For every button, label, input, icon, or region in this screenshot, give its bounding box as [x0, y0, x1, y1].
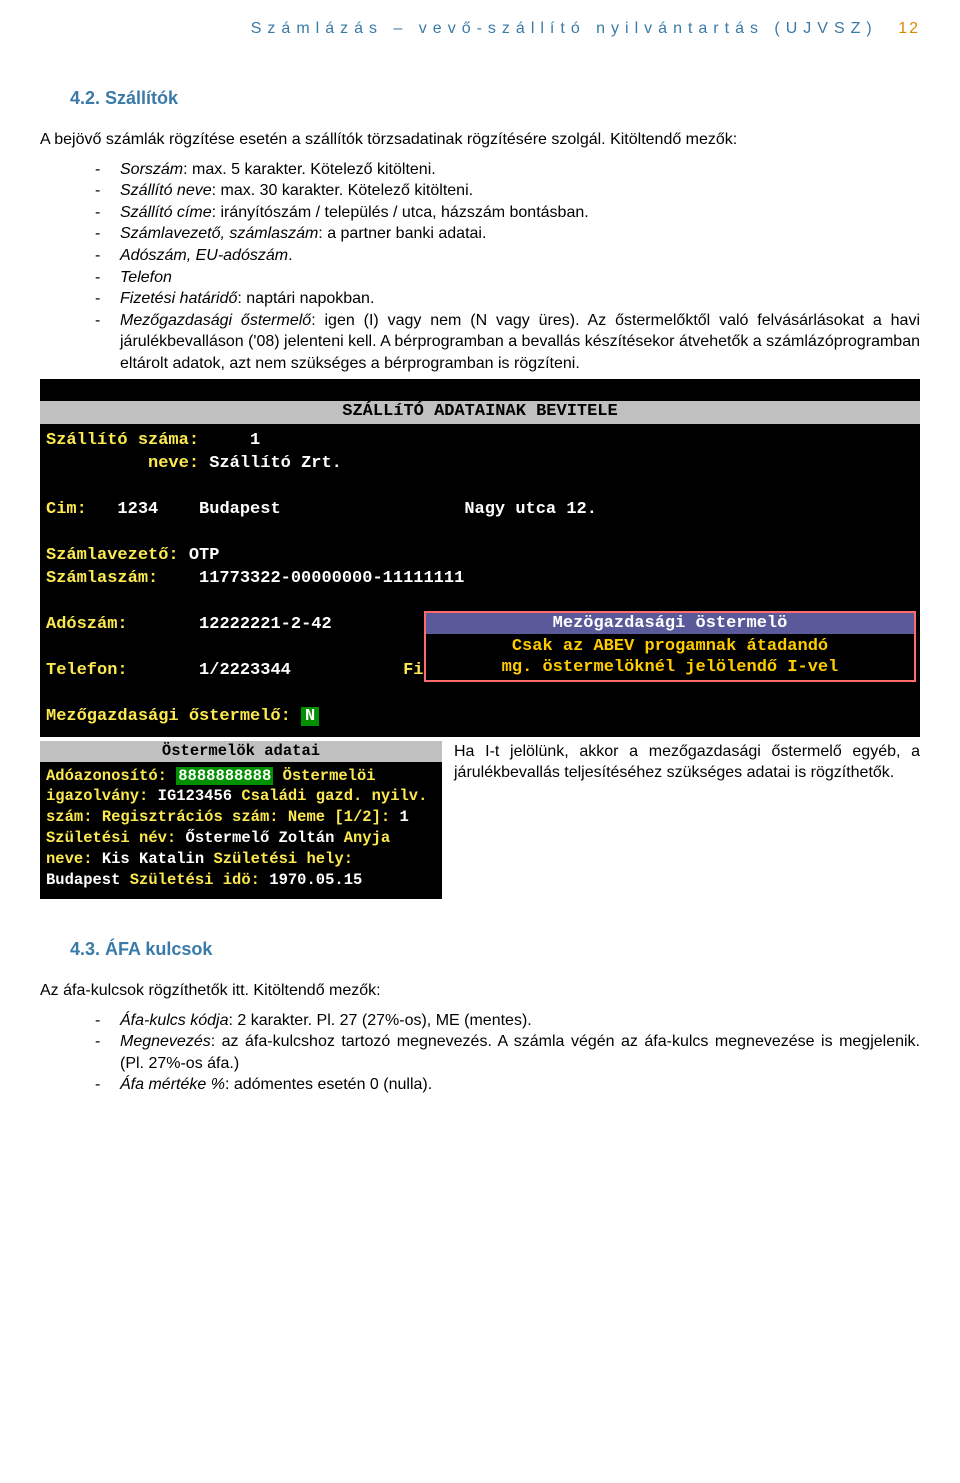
field-label: Cim:: [46, 500, 87, 519]
section2-list: Áfa-kulcs kódja: 2 karakter. Pl. 27 (27%…: [40, 1010, 920, 1096]
terminal-title: Östermelök adatai: [40, 741, 442, 762]
page-header: Számlázás – vevő-szállító nyilvántartás …: [40, 0, 920, 48]
tooltip-line: mg. östermelöknél jelölendő I-vel: [502, 658, 839, 677]
field-label: Adószám:: [46, 615, 128, 634]
field-value: Nagy utca 12.: [464, 500, 597, 519]
tooltip-title: Mezögazdasági östermelö: [426, 613, 914, 634]
field-value-highlight: 8888888888: [176, 767, 273, 785]
field-label: Telefon:: [46, 661, 128, 680]
field-value: 1970.05.15: [269, 871, 362, 889]
field-value: 1234: [117, 500, 158, 519]
field-label: Számlavezető:: [46, 546, 179, 565]
section2-intro: Az áfa-kulcsok rögzíthetők itt. Kitölten…: [40, 980, 920, 1002]
side-paragraph: Ha I-t jelölünk, akkor a mezőgazdasági ő…: [454, 741, 920, 784]
field-label: Számlaszám:: [46, 569, 158, 588]
section1-list: Sorszám: max. 5 karakter. Kötelező kitöl…: [40, 159, 920, 375]
list-item: Szállító címe: irányítószám / település …: [95, 202, 920, 224]
field-value: Budapest: [46, 871, 120, 889]
list-item: Megnevezés: az áfa-kulcshoz tartozó megn…: [95, 1031, 920, 1074]
field-label: neve:: [148, 454, 199, 473]
field-value: Őstermelő Zoltán: [186, 829, 335, 847]
field-label: Adóazonosító:: [46, 767, 167, 785]
list-item: Sorszám: max. 5 karakter. Kötelező kitöl…: [95, 159, 920, 181]
field-value: 11773322-00000000-11111111: [199, 569, 464, 588]
section1-intro: A bejövő számlák rögzítése esetén a szál…: [40, 129, 920, 151]
field-value-highlight: N: [301, 707, 319, 726]
field-value: Szállító Zrt.: [209, 454, 342, 473]
field-value: OTP: [189, 546, 220, 565]
section-heading-suppliers: 4.2. Szállítók: [40, 88, 920, 109]
field-label: Neme [1/2]:: [288, 808, 390, 826]
field-label: Születési idö:: [130, 871, 260, 889]
field-label: Regisztrációs szám:: [102, 808, 279, 826]
field-value: 12222221-2-42: [199, 615, 332, 634]
tooltip-line: Csak az ABEV progamnak átadandó: [512, 637, 828, 656]
field-label: Születési név:: [46, 829, 176, 847]
terminal-producer-form: Östermelök adatai Adóazonosító: 888888888…: [40, 741, 442, 899]
list-item: Szállító neve: max. 30 karakter. Kötelez…: [95, 180, 920, 202]
header-title: Számlázás – vevő-szállító nyilvántartás …: [251, 20, 878, 37]
field-label: Születési hely:: [213, 850, 353, 868]
field-value: 1/2223344: [199, 661, 291, 680]
terminal-title: SZÁLLíTÓ ADATAINAK BEVITELE: [40, 401, 920, 424]
field-value: 1: [400, 808, 409, 826]
field-value: 1: [250, 431, 260, 450]
page-number: 12: [888, 20, 920, 37]
list-item: Telefon: [95, 267, 920, 289]
field-value: IG123456: [158, 787, 232, 805]
tooltip-box: Mezögazdasági östermelö Csak az ABEV prog…: [424, 611, 916, 683]
list-item: Fizetési határidő: naptári napokban.: [95, 288, 920, 310]
list-item: Számlavezető, számlaszám: a partner bank…: [95, 223, 920, 245]
field-value: Budapest: [199, 500, 281, 519]
list-item: Áfa mértéke %: adómentes esetén 0 (nulla…: [95, 1074, 920, 1096]
section-heading-vat: 4.3. ÁFA kulcsok: [40, 939, 920, 960]
terminal-supplier-form: SZÁLLíTÓ ADATAINAK BEVITELE Szállító szám…: [40, 379, 920, 737]
field-label: Mezőgazdasági őstermelő:: [46, 707, 291, 726]
list-item: Adószám, EU-adószám.: [95, 245, 920, 267]
list-item: Áfa-kulcs kódja: 2 karakter. Pl. 27 (27%…: [95, 1010, 920, 1032]
list-item: Mezőgazdasági őstermelő: igen (I) vagy n…: [95, 310, 920, 375]
field-value: Kis Katalin: [102, 850, 204, 868]
field-label: Szállító száma:: [46, 431, 199, 450]
